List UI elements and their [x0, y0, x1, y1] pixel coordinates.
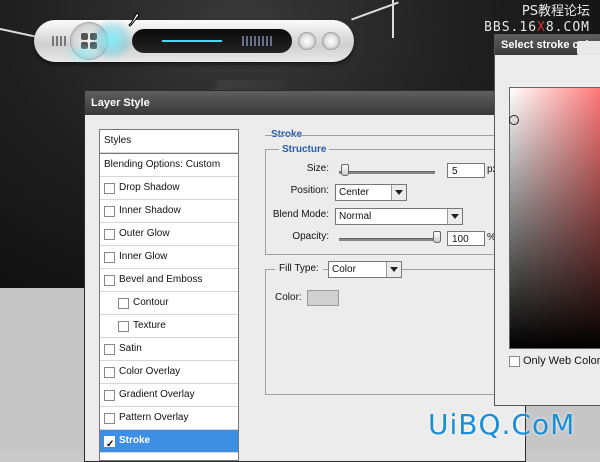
blend-mode-label: Blend Mode: — [272, 209, 329, 220]
position-label: Position: — [290, 185, 329, 196]
color-selector-circle[interactable] — [509, 115, 519, 125]
fill-type-label: Fill Type: — [275, 263, 323, 274]
style-item-label: Color Overlay — [119, 366, 181, 377]
style-item-label: Satin — [119, 343, 142, 354]
style-item-label: Bevel and Emboss — [119, 274, 203, 285]
color-label: Color: — [275, 292, 302, 303]
fill-type-value: Color — [332, 264, 356, 275]
structure-title: Structure — [279, 144, 330, 155]
footer-watermark: UiBQ.CoM — [428, 408, 576, 441]
opacity-slider-thumb[interactable] — [433, 231, 441, 243]
style-item-label: Inner Shadow — [119, 205, 181, 216]
size-input[interactable]: 5 — [447, 163, 485, 178]
watermark-line1: PS教程论坛 — [521, 4, 590, 19]
opacity-input[interactable]: 100 — [447, 231, 485, 246]
player-display — [132, 29, 292, 53]
style-checkbox[interactable] — [118, 321, 129, 332]
style-item-satin[interactable]: Satin — [100, 338, 238, 361]
style-item-label: Texture — [133, 320, 166, 331]
blend-mode-select[interactable]: Normal — [335, 208, 463, 225]
style-item-bevel-and-emboss[interactable]: Bevel and Emboss — [100, 269, 238, 292]
style-item-label: Stroke — [119, 435, 151, 446]
picker-button[interactable] — [577, 41, 600, 55]
cyan-glow-reflection — [64, 44, 104, 64]
blending-options-item[interactable]: Blending Options: Custom — [100, 153, 238, 177]
opacity-label: Opacity: — [292, 231, 329, 242]
watermark-line2: BBS.16X8.COM — [484, 20, 590, 35]
knob-left — [298, 32, 316, 50]
style-item-inner-glow[interactable]: Inner Glow — [100, 246, 238, 269]
style-checkbox[interactable] — [104, 206, 115, 217]
style-item-label: Inner Glow — [119, 251, 168, 262]
style-item-label: Outer Glow — [119, 228, 170, 239]
color-picker-dialog: Select stroke color Only Web Colors — [494, 34, 600, 406]
style-checkbox[interactable]: ✓ — [104, 436, 115, 450]
chevron-down-icon — [386, 262, 401, 277]
style-checkbox[interactable] — [104, 229, 115, 240]
size-slider-track[interactable] — [339, 171, 435, 174]
opacity-slider-track[interactable] — [339, 238, 441, 241]
style-checkbox[interactable] — [118, 298, 129, 309]
style-checkbox[interactable] — [104, 413, 115, 424]
style-checkbox[interactable] — [104, 183, 115, 194]
only-web-colors-label: Only Web Colors — [523, 355, 600, 367]
size-slider-thumb[interactable] — [341, 164, 349, 176]
style-item-gradient-overlay[interactable]: Gradient Overlay — [100, 384, 238, 407]
speaker-grille — [52, 36, 66, 46]
style-item-texture[interactable]: Texture — [100, 315, 238, 338]
color-field[interactable] — [509, 87, 600, 349]
style-checkbox[interactable] — [104, 252, 115, 263]
style-item-color-overlay[interactable]: Color Overlay — [100, 361, 238, 384]
style-item-label: Contour — [133, 297, 169, 308]
style-checkbox[interactable] — [104, 367, 115, 378]
site-watermark: PS教程论坛 BBS.16X8.COM — [484, 4, 590, 36]
style-checkbox[interactable] — [104, 275, 115, 286]
fill-type-select[interactable]: Color — [328, 261, 402, 278]
style-checkbox[interactable] — [104, 344, 115, 355]
dialog-titlebar[interactable]: Layer Style — [85, 91, 525, 115]
styles-list-header[interactable]: Styles — [100, 130, 238, 153]
checkmark-icon: ✓ — [106, 439, 115, 450]
size-label: Size: — [306, 163, 329, 174]
style-item-contour[interactable]: Contour — [100, 292, 238, 315]
only-web-colors-checkbox[interactable] — [509, 356, 520, 367]
style-item-pattern-overlay[interactable]: Pattern Overlay — [100, 407, 238, 430]
style-item-outer-glow[interactable]: Outer Glow — [100, 223, 238, 246]
knob-right — [322, 32, 340, 50]
display-progress-line — [162, 40, 222, 42]
styles-list: Styles Blending Options: Custom Drop Sha… — [99, 129, 239, 461]
position-select[interactable]: Center — [335, 184, 407, 201]
style-item-drop-shadow[interactable]: Drop Shadow — [100, 177, 238, 200]
blend-mode-value: Normal — [339, 211, 372, 222]
style-item-label: Pattern Overlay — [119, 412, 189, 423]
cable-vertical — [392, 0, 394, 38]
style-item-inner-shadow[interactable]: Inner Shadow — [100, 200, 238, 223]
style-item-label: Drop Shadow — [119, 182, 180, 193]
eyedropper-cursor-icon — [128, 12, 140, 27]
style-checkbox[interactable] — [104, 390, 115, 401]
display-equalizer — [242, 36, 272, 46]
layer-style-dialog: Layer Style Styles Blending Options: Cus… — [84, 90, 536, 462]
chevron-down-icon — [391, 185, 406, 200]
position-value: Center — [339, 187, 370, 198]
stroke-color-swatch[interactable] — [307, 290, 339, 306]
chevron-down-icon — [447, 209, 462, 224]
style-item-label: Gradient Overlay — [119, 389, 195, 400]
